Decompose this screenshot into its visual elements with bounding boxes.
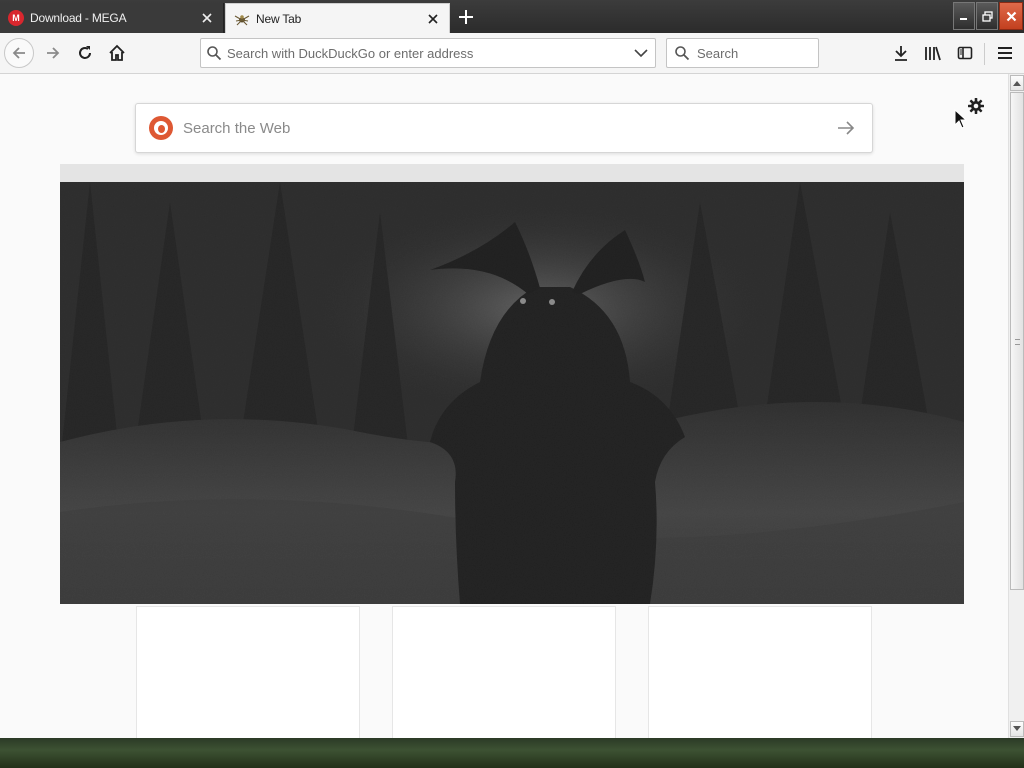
web-search-box[interactable] xyxy=(135,103,873,153)
new-tab-button[interactable] xyxy=(452,4,480,30)
chevron-down-icon[interactable] xyxy=(627,48,655,58)
search-input[interactable] xyxy=(697,45,818,61)
toolbar-separator xyxy=(984,43,985,65)
scrollbar-thumb[interactable] xyxy=(1010,92,1024,590)
spider-favicon-icon xyxy=(234,11,250,27)
forward-button[interactable] xyxy=(38,38,68,68)
library-button[interactable] xyxy=(918,38,948,68)
arrow-right-icon xyxy=(838,121,855,135)
gear-icon xyxy=(968,98,984,114)
top-site-tile[interactable] xyxy=(136,606,360,738)
download-icon xyxy=(895,46,907,61)
search-icon xyxy=(201,45,227,61)
downloads-button[interactable] xyxy=(886,38,916,68)
menu-button[interactable] xyxy=(990,38,1020,68)
tab-label: Download - MEGA xyxy=(30,11,127,25)
chevron-down-icon xyxy=(1013,726,1021,731)
mega-favicon-icon: M xyxy=(8,10,24,26)
home-icon xyxy=(109,44,125,61)
new-tab-page xyxy=(0,74,1008,738)
scroll-down-button[interactable] xyxy=(1010,721,1024,737)
search-icon xyxy=(667,45,697,61)
restore-icon xyxy=(981,10,993,22)
scrollbar-grip xyxy=(1015,339,1020,345)
close-tab-icon[interactable] xyxy=(423,9,443,29)
reload-button[interactable] xyxy=(70,38,100,68)
reload-icon xyxy=(79,46,91,59)
tab-new-tab[interactable]: New Tab xyxy=(225,3,450,33)
web-search-input[interactable] xyxy=(183,119,826,137)
address-bar[interactable] xyxy=(200,38,656,68)
minimize-button[interactable] xyxy=(953,2,975,30)
search-submit-button[interactable] xyxy=(826,108,866,148)
arrow-left-icon xyxy=(12,47,25,59)
sidebar-icon xyxy=(957,46,973,60)
arrow-right-icon xyxy=(47,47,60,59)
plus-icon xyxy=(459,10,473,24)
minimize-icon xyxy=(960,18,967,20)
vertical-scrollbar[interactable] xyxy=(1008,74,1024,738)
close-icon xyxy=(1006,11,1016,21)
scroll-up-button[interactable] xyxy=(1010,75,1024,91)
top-site-tile[interactable] xyxy=(648,606,872,738)
address-input[interactable] xyxy=(227,45,627,61)
back-button[interactable] xyxy=(4,38,34,68)
close-tab-icon[interactable] xyxy=(197,8,217,28)
background-photo xyxy=(60,182,964,604)
top-site-tile[interactable] xyxy=(392,606,616,738)
navigation-toolbar xyxy=(0,33,1024,74)
mouse-pointer-icon xyxy=(954,109,968,129)
restore-button[interactable] xyxy=(976,2,998,30)
library-icon xyxy=(925,46,941,61)
duckduckgo-logo-icon xyxy=(149,116,173,140)
tab-strip: M Download - MEGA New Tab xyxy=(0,0,1024,33)
search-bar[interactable] xyxy=(666,38,819,68)
close-window-button[interactable] xyxy=(999,2,1023,30)
sidebar-button[interactable] xyxy=(950,38,980,68)
image-loading-band xyxy=(60,164,964,182)
hamburger-menu-icon xyxy=(998,47,1012,59)
tab-download-mega[interactable]: M Download - MEGA xyxy=(0,3,224,33)
desktop-background xyxy=(0,738,1024,768)
chevron-up-icon xyxy=(1013,81,1021,86)
tab-label: New Tab xyxy=(256,11,302,26)
home-button[interactable] xyxy=(102,38,132,68)
forest-creature-image xyxy=(60,182,964,604)
